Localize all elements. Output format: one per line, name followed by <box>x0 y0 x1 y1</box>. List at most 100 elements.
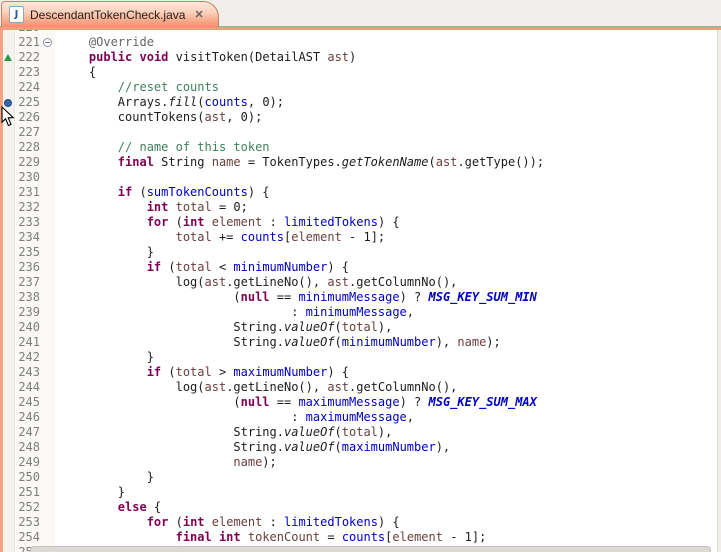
code-line[interactable]: 239 : minimumMessage, <box>0 305 721 320</box>
tab-title: DescendantTokenCheck.java <box>30 8 185 22</box>
code-text: // name of this token <box>60 140 270 155</box>
code-line[interactable]: 246 : maximumMessage, <box>0 410 721 425</box>
code-line[interactable]: 247 String.valueOf(total), <box>0 425 721 440</box>
code-text: } <box>60 485 125 500</box>
line-number[interactable]: 254 <box>14 530 40 545</box>
line-number[interactable]: 246 <box>14 410 40 425</box>
line-number[interactable]: 232 <box>14 200 40 215</box>
line-number[interactable]: 248 <box>14 440 40 455</box>
code-text: @Override <box>60 35 154 50</box>
code-lines[interactable]: 220221 @Override222 public void visitTok… <box>0 30 721 552</box>
code-text: : minimumMessage, <box>60 305 414 320</box>
line-number[interactable]: 247 <box>14 425 40 440</box>
code-text: if (total < minimumNumber) { <box>60 260 349 275</box>
code-line[interactable]: 238 (null == minimumMessage) ? MSG_KEY_S… <box>0 290 721 305</box>
line-number[interactable]: 228 <box>14 140 40 155</box>
line-number[interactable]: 223 <box>14 65 40 80</box>
code-line[interactable]: 244 log(ast.getLineNo(), ast.getColumnNo… <box>0 380 721 395</box>
line-number[interactable]: 237 <box>14 275 40 290</box>
code-text: countTokens(ast, 0); <box>60 110 262 125</box>
line-number[interactable]: 242 <box>14 350 40 365</box>
code-line[interactable]: 232 int total = 0; <box>0 200 721 215</box>
horizontal-scrollbar[interactable] <box>30 546 711 552</box>
code-line[interactable]: 243 if (total > maximumNumber) { <box>0 365 721 380</box>
eclipse-editor-window: J DescendantTokenCheck.java ✕ 220221 @Ov… <box>0 0 721 552</box>
code-line[interactable]: 240 String.valueOf(total), <box>0 320 721 335</box>
code-line[interactable]: 250 } <box>0 470 721 485</box>
code-text: } <box>60 350 154 365</box>
code-line[interactable]: 227 <box>0 125 721 140</box>
line-number[interactable]: 230 <box>14 170 40 185</box>
code-line[interactable]: 254 final int tokenCount = counts[elemen… <box>0 530 721 545</box>
code-text: else { <box>60 500 161 515</box>
selected-tab-accent-strip <box>0 27 721 30</box>
line-number[interactable]: 224 <box>14 80 40 95</box>
line-number[interactable]: 250 <box>14 470 40 485</box>
overview-ruler[interactable] <box>717 30 721 552</box>
line-number[interactable]: 236 <box>14 260 40 275</box>
line-number[interactable]: 231 <box>14 185 40 200</box>
code-line[interactable]: 228 // name of this token <box>0 140 721 155</box>
code-text: : maximumMessage, <box>60 410 414 425</box>
close-icon[interactable]: ✕ <box>194 8 203 21</box>
code-text: total += counts[element - 1]; <box>60 230 385 245</box>
code-line[interactable]: 249 name); <box>0 455 721 470</box>
code-line[interactable]: 233 for (int element : limitedTokens) { <box>0 215 721 230</box>
code-line[interactable]: 241 String.valueOf(minimumNumber), name)… <box>0 335 721 350</box>
line-number[interactable]: 249 <box>14 455 40 470</box>
fold-collapse-icon[interactable] <box>43 38 52 47</box>
code-text: if (sumTokenCounts) { <box>60 185 270 200</box>
line-number[interactable]: 222 <box>14 50 40 65</box>
line-number[interactable]: 229 <box>14 155 40 170</box>
code-text: int total = 0; <box>60 200 248 215</box>
tab-descendant-token-check[interactable]: J DescendantTokenCheck.java ✕ <box>1 1 219 27</box>
line-number[interactable]: 238 <box>14 290 40 305</box>
line-number[interactable]: 235 <box>14 245 40 260</box>
line-number[interactable]: 227 <box>14 125 40 140</box>
code-line[interactable]: 252 else { <box>0 500 721 515</box>
code-text: for (int element : limitedTokens) { <box>60 515 400 530</box>
line-number[interactable]: 245 <box>14 395 40 410</box>
code-line[interactable]: 229 final String name = TokenTypes.getTo… <box>0 155 721 170</box>
code-text: String.valueOf(maximumNumber), <box>60 440 450 455</box>
code-line[interactable]: 248 String.valueOf(maximumNumber), <box>0 440 721 455</box>
code-line[interactable]: 234 total += counts[element - 1]; <box>0 230 721 245</box>
line-number[interactable]: 243 <box>14 365 40 380</box>
line-number[interactable]: 225 <box>14 95 40 110</box>
line-number[interactable]: 241 <box>14 335 40 350</box>
code-line[interactable]: 221 @Override <box>0 35 721 50</box>
code-line[interactable]: 223 { <box>0 65 721 80</box>
code-line[interactable]: 226 countTokens(ast, 0); <box>0 110 721 125</box>
line-number[interactable]: 234 <box>14 230 40 245</box>
code-line[interactable]: 236 if (total < minimumNumber) { <box>0 260 721 275</box>
line-number[interactable]: 251 <box>14 485 40 500</box>
line-number[interactable]: 240 <box>14 320 40 335</box>
code-line[interactable]: 237 log(ast.getLineNo(), ast.getColumnNo… <box>0 275 721 290</box>
code-text: } <box>60 470 154 485</box>
code-text: final int tokenCount = counts[element - … <box>60 530 486 545</box>
line-number[interactable]: 221 <box>14 35 40 50</box>
code-line[interactable]: 222 public void visitToken(DetailAST ast… <box>0 50 721 65</box>
code-text: log(ast.getLineNo(), ast.getColumnNo(), <box>60 380 457 395</box>
code-line[interactable]: 224 //reset counts <box>0 80 721 95</box>
line-number[interactable]: 253 <box>14 515 40 530</box>
code-text: name); <box>60 455 277 470</box>
code-line[interactable]: 242 } <box>0 350 721 365</box>
code-line[interactable]: 235 } <box>0 245 721 260</box>
line-number[interactable]: 244 <box>14 380 40 395</box>
line-number[interactable]: 233 <box>14 215 40 230</box>
code-editor[interactable]: 220221 @Override222 public void visitTok… <box>0 30 721 552</box>
line-number[interactable]: 239 <box>14 305 40 320</box>
code-line[interactable]: 225 Arrays.fill(counts, 0); <box>0 95 721 110</box>
code-text: log(ast.getLineNo(), ast.getColumnNo(), <box>60 275 457 290</box>
code-line[interactable]: 253 for (int element : limitedTokens) { <box>0 515 721 530</box>
code-text: if (total > maximumNumber) { <box>60 365 349 380</box>
code-line[interactable]: 230 <box>0 170 721 185</box>
code-text: public void visitToken(DetailAST ast) <box>60 50 356 65</box>
line-number[interactable]: 226 <box>14 110 40 125</box>
code-line[interactable]: 245 (null == maximumMessage) ? MSG_KEY_S… <box>0 395 721 410</box>
code-line[interactable]: 231 if (sumTokenCounts) { <box>0 185 721 200</box>
code-text: String.valueOf(total), <box>60 425 392 440</box>
line-number[interactable]: 252 <box>14 500 40 515</box>
code-line[interactable]: 251 } <box>0 485 721 500</box>
